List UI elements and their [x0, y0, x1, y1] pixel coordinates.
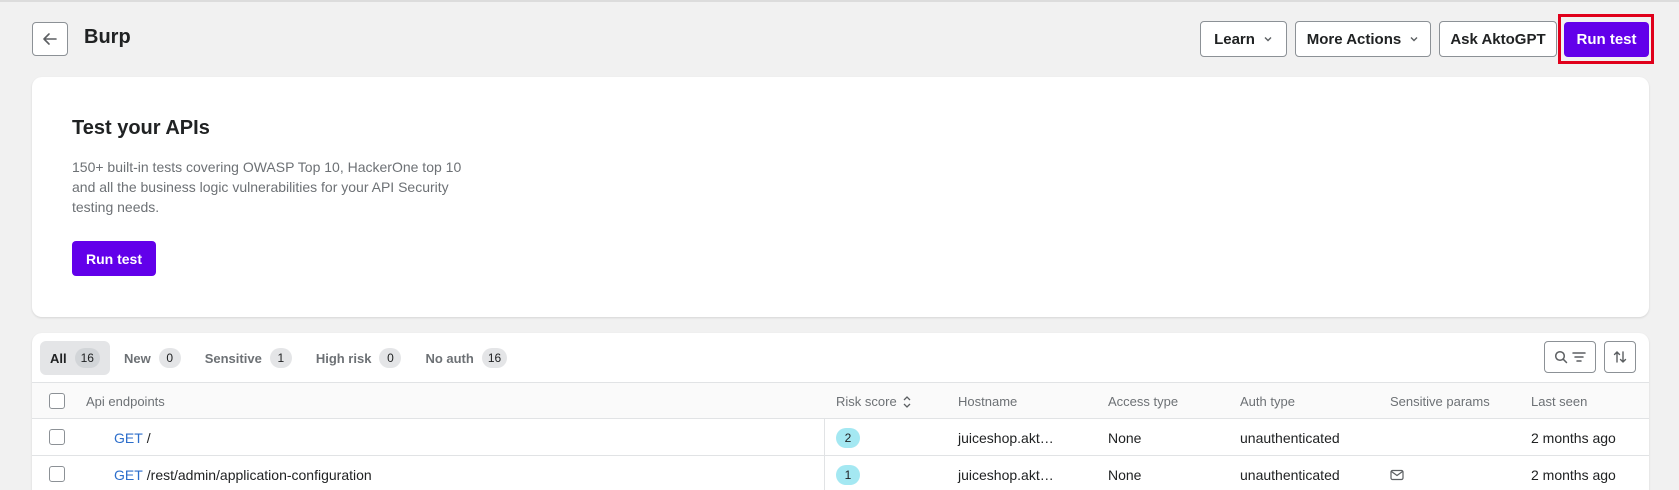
- endpoints-table-card: All 16 New 0 Sensitive 1 High risk 0 No …: [32, 333, 1649, 490]
- page-header: Burp Learn More Actions Ask AktoGPT Run …: [0, 0, 1679, 78]
- tab-label: No auth: [425, 350, 474, 366]
- risk-score-badge: 1: [836, 464, 860, 485]
- risk-score-label: Risk score: [836, 394, 897, 409]
- tab-all[interactable]: All 16: [40, 341, 110, 375]
- sensitive-params-cell: [1390, 456, 1404, 490]
- filter-tabs: All 16 New 0 Sensitive 1 High risk 0 No …: [40, 341, 517, 375]
- auth-type-cell: unauthenticated: [1240, 466, 1340, 483]
- http-method: GET: [114, 466, 143, 483]
- column-header-risk-score[interactable]: Risk score: [836, 383, 912, 420]
- email-icon: [1390, 469, 1404, 480]
- banner-description: 150+ built-in tests covering OWASP Top 1…: [72, 159, 462, 215]
- tab-high-risk[interactable]: High risk 0: [306, 341, 412, 375]
- column-header-sensitive-params: Sensitive params: [1390, 394, 1490, 409]
- tab-label: High risk: [315, 350, 372, 366]
- endpoint-cell[interactable]: GET /: [114, 419, 151, 456]
- column-header-auth-type: Auth type: [1240, 394, 1295, 409]
- tab-new[interactable]: New 0: [114, 341, 191, 375]
- test-apis-banner: Test your APIs 150+ built-in tests cover…: [32, 77, 1649, 317]
- last-seen-cell: 2 months ago: [1531, 466, 1616, 483]
- chevron-down-icon: [1264, 37, 1272, 42]
- column-header-access-type: Access type: [1108, 394, 1179, 409]
- more-actions-label: More Actions: [1306, 30, 1402, 48]
- http-method: GET: [114, 429, 143, 446]
- row-checkbox[interactable]: [49, 429, 65, 445]
- tab-label: All: [50, 350, 67, 366]
- tab-no-auth[interactable]: No auth 16: [415, 341, 517, 375]
- hostname-cell: juiceshop.akt…: [958, 429, 1054, 446]
- table-row[interactable]: GET /rest/admin/application-configuratio…: [32, 456, 1649, 490]
- learn-button[interactable]: Learn: [1200, 21, 1287, 57]
- sort-icon: [1613, 351, 1627, 363]
- risk-score-cell: 2: [836, 419, 860, 456]
- banner-run-test-button[interactable]: Run test: [72, 241, 156, 276]
- auth-type-cell: unauthenticated: [1240, 429, 1340, 446]
- column-divider: [824, 419, 825, 456]
- search-filter-button[interactable]: [1544, 341, 1596, 373]
- tab-count: 0: [158, 348, 181, 368]
- sort-toggle-icon: [903, 395, 911, 408]
- access-type-cell: None: [1108, 466, 1142, 483]
- chevron-down-icon: [1410, 37, 1418, 42]
- column-header-hostname: Hostname: [958, 394, 1018, 409]
- tab-sensitive[interactable]: Sensitive 1: [195, 341, 302, 375]
- more-actions-button[interactable]: More Actions: [1295, 21, 1431, 57]
- table-header: Api endpoints Risk score Hostname Access…: [32, 382, 1649, 419]
- risk-score-cell: 1: [836, 456, 860, 490]
- tab-label: New: [123, 350, 151, 366]
- endpoint-cell[interactable]: GET /rest/admin/application-configuratio…: [114, 456, 372, 490]
- page-title: Burp: [84, 26, 131, 48]
- tab-count: 0: [379, 348, 402, 368]
- tab-count: 16: [481, 348, 508, 368]
- last-seen-cell: 2 months ago: [1531, 429, 1616, 446]
- endpoint-path: /rest/admin/application-configuration: [146, 466, 372, 483]
- column-divider: [824, 456, 825, 490]
- run-test-button[interactable]: Run test: [1564, 22, 1649, 57]
- ask-aktogpt-label: Ask AktoGPT: [1450, 30, 1546, 48]
- tab-count: 16: [74, 348, 100, 368]
- endpoint-path: /: [146, 429, 151, 446]
- hostname-cell: juiceshop.akt…: [958, 466, 1054, 483]
- sort-button[interactable]: [1604, 341, 1636, 373]
- tab-count: 1: [269, 348, 292, 368]
- filter-icon: [1572, 352, 1586, 362]
- banner-title: Test your APIs: [72, 117, 210, 139]
- back-button[interactable]: [32, 22, 68, 56]
- arrow-left-icon: [43, 33, 57, 45]
- learn-label: Learn: [1214, 30, 1255, 48]
- tab-label: Sensitive: [204, 350, 262, 366]
- access-type-cell: None: [1108, 429, 1142, 446]
- column-header-api-endpoints: Api endpoints: [86, 394, 165, 409]
- ask-aktogpt-button[interactable]: Ask AktoGPT: [1439, 21, 1557, 57]
- risk-score-badge: 2: [836, 427, 860, 448]
- column-header-last-seen: Last seen: [1531, 394, 1588, 409]
- row-checkbox[interactable]: [49, 466, 65, 482]
- table-row[interactable]: GET / 2 juiceshop.akt… None unauthentica…: [32, 419, 1649, 456]
- select-all-checkbox[interactable]: [49, 393, 65, 409]
- search-icon: [1554, 350, 1568, 364]
